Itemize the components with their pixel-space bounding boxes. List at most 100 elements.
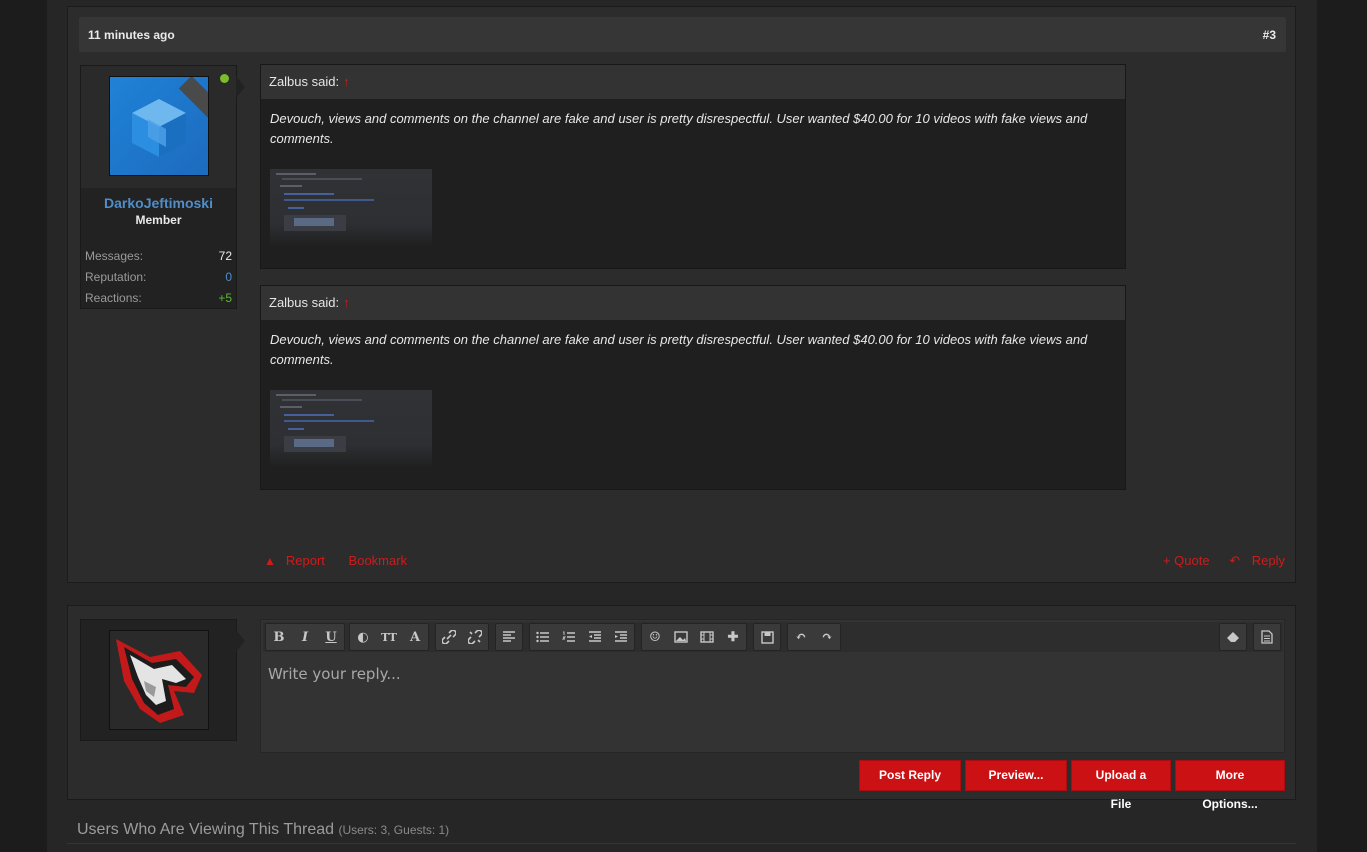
user-avatar-area: OP — [81, 66, 236, 188]
quote-block: Zalbus said: ↑ Devouch, views and comment… — [260, 285, 1126, 490]
stat-value: +5 — [218, 291, 232, 305]
reply-link[interactable]: ↶ Reply — [1221, 553, 1285, 568]
plus-icon: ✚ — [727, 629, 739, 645]
warning-icon: ▲ — [264, 554, 276, 568]
quote-jump-icon[interactable]: ↑ — [343, 295, 350, 310]
bullet-list-button[interactable] — [530, 624, 556, 650]
quote-author: Zalbus said: — [269, 295, 340, 310]
stat-messages: Messages: 72 — [85, 246, 232, 267]
toolbar-group-format: B I U — [265, 623, 345, 651]
post-card: 11 minutes ago #3 OP DarkoJeftimoski Mem… — [67, 6, 1296, 583]
reply-buttons: Post Reply Preview... Upload a File More… — [855, 760, 1285, 811]
stat-value[interactable]: 72 — [219, 246, 232, 267]
bookmark-link[interactable]: Bookmark — [349, 553, 408, 568]
font-button[interactable]: A — [402, 624, 428, 650]
post-header: 11 minutes ago #3 — [79, 17, 1286, 52]
report-link[interactable]: ▲ Report — [264, 553, 335, 568]
report-label: Report — [285, 553, 325, 568]
save-draft-button[interactable] — [754, 624, 780, 650]
user-panel: OP DarkoJeftimoski Member Messages: 72 R… — [80, 65, 245, 309]
insert-more-button[interactable]: ✚ — [720, 624, 746, 650]
indent-icon — [615, 631, 627, 642]
unlink-icon — [468, 630, 482, 644]
reply-avatar[interactable] — [109, 630, 209, 730]
quote-header: Zalbus said: ↑ — [261, 65, 1125, 99]
quote-image[interactable] — [270, 169, 432, 247]
redo-button[interactable]: ↷ — [814, 624, 840, 650]
bold-button[interactable]: B — [266, 624, 292, 650]
preview-button[interactable]: Preview... — [965, 760, 1067, 791]
more-options-button[interactable]: More Options... — [1175, 760, 1285, 811]
quote-author: Zalbus said: — [269, 74, 340, 89]
stat-label: Messages: — [85, 249, 144, 263]
redo-icon: ↷ — [821, 629, 833, 645]
reply-icon: ↶ — [1229, 553, 1241, 568]
toolbar-group-clear — [1219, 623, 1247, 651]
panel-arrow — [236, 630, 245, 652]
floppy-icon — [760, 630, 774, 644]
undo-icon: ↶ — [795, 629, 807, 645]
toolbar-group-source — [1253, 623, 1281, 651]
indent-button[interactable] — [608, 624, 634, 650]
unlink-button[interactable] — [462, 624, 488, 650]
underline-button[interactable]: U — [318, 624, 344, 650]
toolbar-group-insert: ☺ ✚ — [641, 623, 747, 651]
user-stats: Messages: 72 Reputation: 0 Reactions: +5 — [85, 246, 232, 309]
avatar[interactable]: OP — [109, 76, 209, 176]
online-status-icon — [220, 74, 229, 83]
reply-input[interactable]: Write your reply... — [268, 665, 401, 683]
numbered-list-button[interactable] — [556, 624, 582, 650]
eraser-icon — [1227, 632, 1239, 642]
post-actions-left: ▲ Report Bookmark — [264, 553, 417, 568]
quick-reply-card: B I U ◐ TT A ☺ ✚ ↶ ↷ Write your reply...… — [67, 605, 1296, 811]
media-button[interactable] — [694, 624, 720, 650]
stat-value[interactable]: 0 — [225, 267, 232, 288]
editor-toolbar: B I U ◐ TT A ☺ ✚ ↶ ↷ — [263, 622, 1283, 652]
link-button[interactable] — [436, 624, 462, 650]
username[interactable]: DarkoJeftimoski — [81, 195, 236, 211]
reply-editor: B I U ◐ TT A ☺ ✚ ↶ ↷ Write your reply... — [260, 619, 1285, 753]
italic-button[interactable]: I — [292, 624, 318, 650]
quote-text: Devouch, views and comments on the chann… — [270, 111, 1088, 146]
outdent-button[interactable] — [582, 624, 608, 650]
stat-label: Reputation: — [85, 270, 147, 284]
viewers-title: Users Who Are Viewing This Thread — [77, 821, 335, 838]
viewers-counts: (Users: 3, Guests: 1) — [338, 823, 450, 837]
align-button[interactable] — [496, 624, 522, 650]
upload-file-button[interactable]: Upload a File — [1071, 760, 1171, 811]
bullet-list-icon — [536, 631, 549, 643]
smilie-icon: ☺ — [649, 629, 661, 645]
stat-reputation: Reputation: 0 — [85, 267, 232, 288]
undo-button[interactable]: ↶ — [788, 624, 814, 650]
reply-user-panel — [80, 619, 245, 741]
quote-link[interactable]: + Quote — [1163, 553, 1210, 568]
toolbar-group-text: ◐ TT A — [349, 623, 429, 651]
smilie-button[interactable]: ☺ — [642, 624, 668, 650]
wolf-avatar-icon — [110, 631, 208, 729]
quote-text: Devouch, views and comments on the chann… — [270, 332, 1088, 367]
toolbar-group-list — [529, 623, 635, 651]
quote-jump-icon[interactable]: ↑ — [343, 74, 350, 89]
stat-label: Reactions: — [85, 291, 142, 305]
toolbar-group-save — [753, 623, 781, 651]
image-button[interactable] — [668, 624, 694, 650]
toolbar-group-align — [495, 623, 523, 651]
post-reply-button[interactable]: Post Reply — [859, 760, 961, 791]
panel-arrow — [236, 76, 245, 98]
stat-reactions: Reactions: +5 — [85, 288, 232, 309]
color-button[interactable]: ◐ — [350, 624, 376, 650]
quote-block: Zalbus said: ↑ Devouch, views and comment… — [260, 64, 1126, 269]
document-icon — [1261, 630, 1273, 644]
toggle-bbcode-button[interactable] — [1254, 624, 1280, 650]
quote-header: Zalbus said: ↑ — [261, 286, 1125, 320]
post-time[interactable]: 11 minutes ago — [88, 28, 175, 42]
image-icon — [674, 631, 688, 643]
numbered-list-icon — [562, 631, 575, 642]
align-left-icon — [503, 631, 515, 642]
size-button[interactable]: TT — [376, 624, 402, 650]
quote-image[interactable] — [270, 390, 432, 468]
color-icon: ◐ — [357, 629, 369, 645]
post-number[interactable]: #3 — [1263, 28, 1276, 42]
link-icon — [442, 630, 456, 644]
remove-format-button[interactable] — [1220, 624, 1246, 650]
